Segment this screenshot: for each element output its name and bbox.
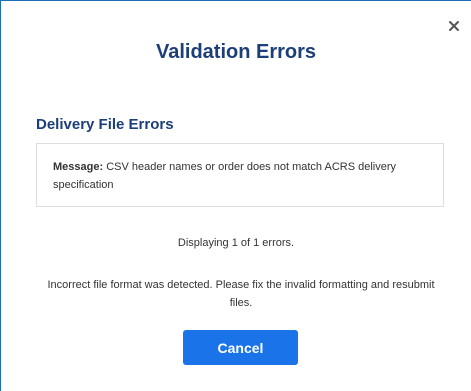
message-label: Message: (53, 161, 104, 173)
cancel-button[interactable]: Cancel (183, 330, 298, 365)
section-title: Delivery File Errors (36, 116, 174, 133)
error-count-text: Displaying 1 of 1 errors. (177, 237, 295, 249)
error-message-box: Message: CSV header names or order does … (36, 143, 444, 207)
message-text: CSV header names or order does not match… (53, 161, 397, 191)
info-text: Incorrect file format was detected. Plea… (47, 279, 435, 309)
dialog-title: Validation Errors (155, 41, 317, 63)
validation-errors-dialog: Validation Errors Delivery File Errors M… (0, 0, 471, 391)
close-icon[interactable] (447, 19, 461, 33)
